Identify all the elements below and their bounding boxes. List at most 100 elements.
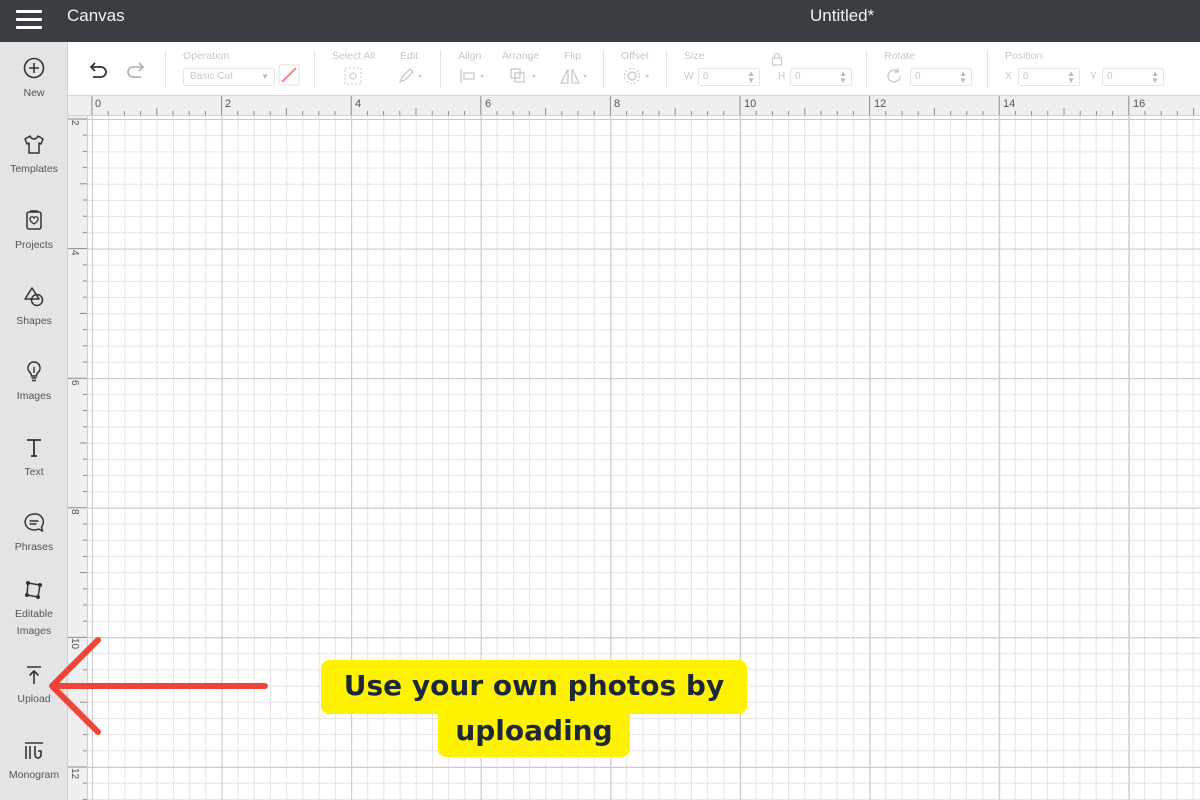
stepper-icon[interactable]: ▲ ▼ [839, 70, 847, 85]
lightbulb-icon [27, 361, 41, 382]
editable-image-icon [25, 581, 42, 599]
sidebar-item-label: Phrases [14, 541, 54, 553]
plus-circle-icon [23, 57, 45, 79]
rotate-value: 0 [915, 71, 921, 82]
linetype-color-swatch[interactable] [278, 64, 300, 86]
rotate-input[interactable]: 0 ▲ ▼ [910, 68, 972, 86]
sidebar-item-monogram[interactable]: Monogram [0, 738, 68, 783]
width-value: 0 [703, 71, 709, 82]
sidebar-item-phrases[interactable]: Phrases [0, 510, 68, 555]
rotate-label: Rotate [884, 50, 915, 62]
sidebar-item-editable-images[interactable]: Editable Images [0, 577, 68, 640]
height-input[interactable]: 0 ▲ ▼ [790, 68, 852, 86]
width-input[interactable]: 0 ▲ ▼ [698, 68, 760, 86]
annotation-callout-line2: uploading [438, 705, 630, 757]
operation-value: Basic Cut [190, 71, 233, 82]
hamburger-menu-icon[interactable] [14, 8, 44, 32]
sidebar-item-label: Text [24, 466, 44, 478]
position-x-value: 0 [1023, 71, 1029, 82]
ruler-label: 0 [95, 98, 102, 110]
operation-label: Operation [183, 50, 230, 62]
sidebar-item-text[interactable]: Text [0, 435, 68, 480]
ruler-label: 2 [225, 98, 232, 110]
sidebar-item-shapes[interactable]: Shapes [0, 284, 68, 329]
undo-icon[interactable] [84, 58, 110, 84]
toolbar-divider [666, 50, 667, 88]
stepper-icon[interactable]: ▲ ▼ [959, 70, 967, 85]
edit-toolbar: Operation Basic Cut ▼ Select All Edit Al… [68, 42, 1200, 96]
position-x-input[interactable]: 0 ▲ ▼ [1018, 68, 1080, 86]
sidebar-item-new[interactable]: New [0, 56, 68, 101]
operation-select[interactable]: Basic Cut ▼ [183, 68, 275, 86]
chevron-down-icon: ▼ [261, 72, 269, 81]
ruler-label: 4 [355, 98, 362, 110]
ruler-ticks [91, 96, 1195, 115]
sidebar-item-label: Images [16, 390, 52, 402]
height-value: 0 [795, 71, 801, 82]
ruler-label: 16 [1133, 98, 1146, 110]
ruler-label: 6 [69, 380, 80, 386]
arrange-label: Arrange [502, 50, 540, 62]
ruler-label: 10 [744, 98, 757, 110]
annotation-text-line1: Use your own photos by [343, 669, 725, 702]
offset-icon[interactable] [621, 66, 653, 86]
ruler-label: 2 [69, 120, 80, 126]
stepper-icon[interactable]: ▲ ▼ [1067, 70, 1075, 85]
sidebar-item-projects[interactable]: Projects [0, 208, 68, 253]
text-icon [27, 439, 41, 457]
align-icon[interactable] [458, 66, 488, 86]
arrange-icon[interactable] [508, 66, 540, 86]
shapes-icon [24, 287, 44, 307]
toolbar-divider [987, 50, 988, 88]
stepper-icon[interactable]: ▲ ▼ [1151, 70, 1159, 85]
annotation-text-line2: uploading [455, 714, 613, 747]
sidebar-item-label: Shapes [16, 315, 52, 327]
tshirt-icon [24, 135, 44, 154]
align-label: Align [458, 50, 482, 62]
rotate-icon[interactable] [884, 66, 904, 86]
toolbar-divider [866, 50, 867, 88]
horizontal-ruler: 0 2 4 6 8 10 12 14 16 [68, 96, 1200, 116]
toolbar-divider [440, 50, 441, 88]
sidebar-item-images[interactable]: Images [0, 359, 68, 404]
sidebar-item-templates[interactable]: Templates [0, 132, 68, 177]
height-prefix: H [778, 71, 786, 82]
select-all-label: Select All [332, 50, 376, 62]
pointer-arrow-icon [49, 637, 268, 735]
monogram-icon [25, 742, 43, 759]
flip-label: Flip [564, 50, 581, 62]
size-label: Size [684, 50, 705, 62]
x-prefix: X [1005, 71, 1012, 82]
sidebar-item-label: Projects [15, 239, 53, 251]
ruler-label: 14 [1003, 98, 1016, 110]
toolbar-divider [603, 50, 604, 88]
projects-icon [26, 210, 42, 230]
ruler-label: 6 [485, 98, 492, 110]
sidebar-item-label: Templates [10, 163, 58, 175]
edit-label: Edit [400, 50, 419, 62]
flip-icon[interactable] [558, 66, 590, 86]
ruler-label: 8 [69, 509, 80, 515]
toolbar-divider [314, 50, 315, 88]
redo-icon[interactable] [124, 58, 150, 84]
sidebar-item-label: New [23, 87, 45, 99]
y-prefix: Y [1090, 71, 1097, 82]
top-bar: Canvas Untitled* [0, 0, 1200, 42]
speech-bubble-icon [24, 513, 45, 532]
position-label: Position [1005, 50, 1043, 62]
width-prefix: W [684, 71, 694, 82]
sidebar-item-label: Editable Images [15, 608, 53, 637]
sidebar-item-label: Monogram [8, 769, 60, 781]
document-title[interactable]: Untitled* [810, 6, 874, 26]
toolbar-divider [165, 50, 166, 88]
select-all-icon[interactable] [343, 66, 363, 86]
offset-label: Offset [621, 50, 649, 62]
position-y-input[interactable]: 0 ▲ ▼ [1102, 68, 1164, 86]
ruler-label: 4 [69, 250, 80, 256]
ruler-label: 12 [874, 98, 887, 110]
stepper-icon[interactable]: ▲ ▼ [747, 70, 755, 85]
lock-icon[interactable] [771, 52, 783, 69]
ruler-label: 12 [69, 768, 80, 780]
position-y-value: 0 [1107, 71, 1113, 82]
edit-pencil-icon[interactable] [396, 66, 426, 86]
